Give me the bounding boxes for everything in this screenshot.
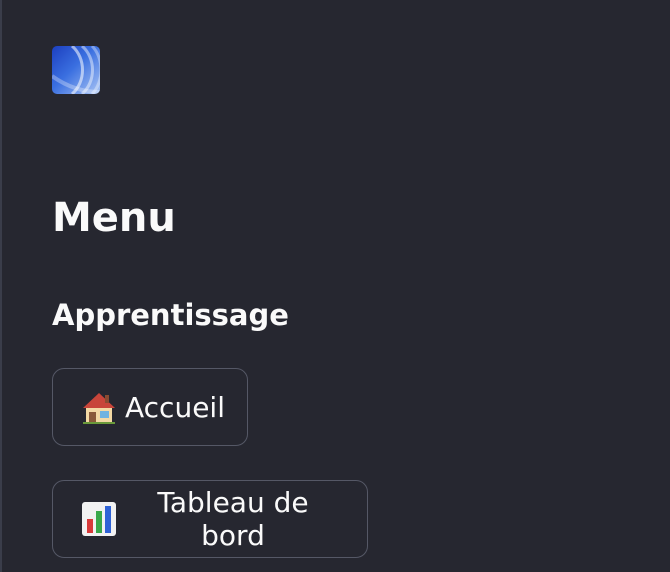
house-icon — [79, 387, 119, 427]
nav-button-label: Tableau de bord — [157, 486, 309, 552]
nav-button-accueil[interactable]: Accueil — [52, 368, 248, 446]
menu-title: Menu — [52, 195, 176, 241]
nav-button-tableau-de-bord[interactable]: Tableau de bord — [52, 480, 368, 558]
section-title-apprentissage: Apprentissage — [52, 298, 289, 332]
sidebar: Menu Apprentissage Accueil Tableau de bo — [0, 0, 670, 572]
app-logo-icon — [52, 46, 100, 94]
nav-button-label: Accueil — [125, 390, 225, 424]
bar-chart-icon — [79, 499, 119, 539]
